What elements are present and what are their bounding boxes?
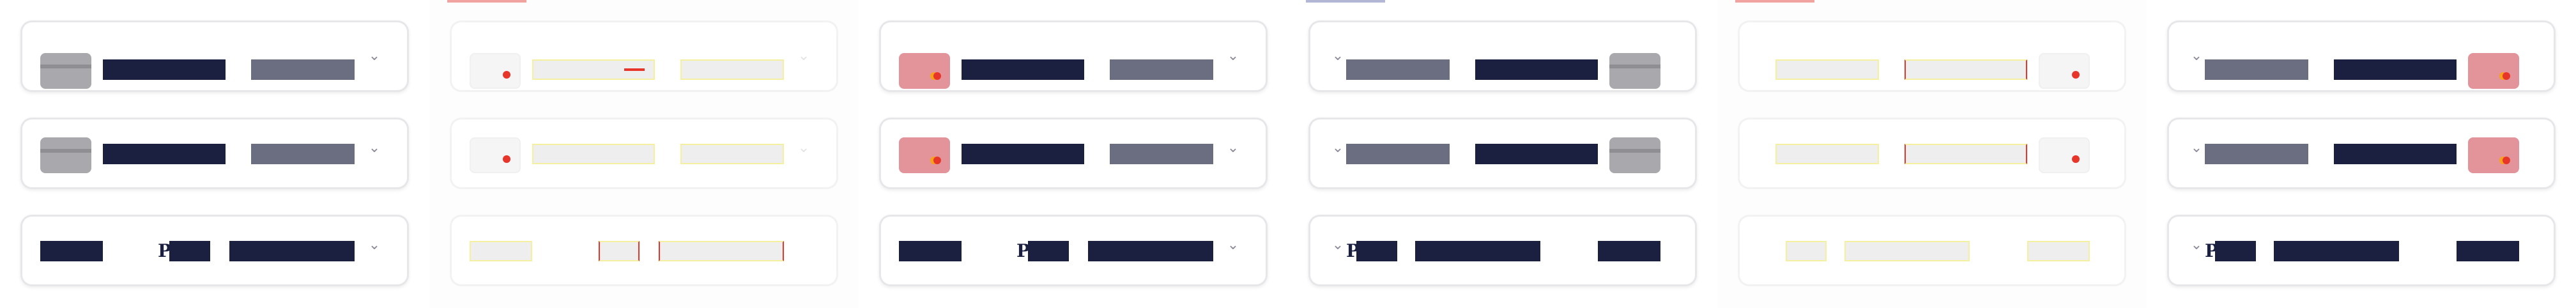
card-expiry xyxy=(2274,241,2399,261)
payment-method-card[interactable]: P ⌄ xyxy=(20,215,409,286)
panel-0: ⌄ ⌄ P ⌄ xyxy=(0,0,429,308)
chevron-down-icon[interactable]: ⌄ xyxy=(2189,238,2204,252)
card-number xyxy=(1786,241,1827,261)
card-brand-icon xyxy=(899,137,950,173)
chevron-down-icon[interactable]: ⌄ xyxy=(2189,141,2204,155)
card-label xyxy=(2334,144,2457,164)
card-brand-icon xyxy=(2468,53,2519,89)
card-label xyxy=(2334,59,2457,80)
card-expiry xyxy=(1415,241,1540,261)
chevron-down-icon[interactable]: ⌄ xyxy=(367,141,381,155)
payment-method-card[interactable]: ⌄ xyxy=(1308,118,1697,189)
card-label xyxy=(2027,241,2090,261)
payment-method-card[interactable] xyxy=(1738,215,2126,286)
card-number xyxy=(1356,241,1397,261)
panel-3: ⌄ ⌄ ⌄ P xyxy=(1288,0,1717,308)
card-number xyxy=(1028,241,1069,261)
card-brand-icon xyxy=(2039,53,2090,89)
card-brand-icon xyxy=(40,53,91,89)
card-expiry xyxy=(1346,59,1450,80)
card-label xyxy=(40,241,103,261)
payment-method-card[interactable] xyxy=(450,215,838,286)
panel-1: ⌄ ⌄ xyxy=(429,0,859,308)
chevron-down-icon[interactable]: ⌄ xyxy=(1331,238,1345,252)
card-label xyxy=(962,144,1084,164)
panel-2: ⌄ ⌄ P ⌄ xyxy=(859,0,1288,308)
chevron-down-icon[interactable]: ⌄ xyxy=(1226,238,1240,252)
chevron-down-icon[interactable]: ⌄ xyxy=(1331,141,1345,155)
card-expiry xyxy=(2205,144,2308,164)
payment-method-card[interactable]: ⌄ xyxy=(450,118,838,189)
panel-5: ⌄ ⌄ ⌄ P xyxy=(2147,0,2576,308)
card-expiry xyxy=(1088,241,1213,261)
card-brand-icon xyxy=(2468,137,2519,173)
accent-bar xyxy=(1735,0,1814,3)
payment-method-card[interactable]: ⌄ xyxy=(20,20,409,92)
card-expiry xyxy=(229,241,355,261)
card-number xyxy=(2215,241,2256,261)
card-expiry xyxy=(1775,144,1879,164)
payment-method-card[interactable]: ⌄ P xyxy=(1308,215,1697,286)
card-brand-icon xyxy=(470,53,521,89)
payment-method-card[interactable]: ⌄ xyxy=(879,118,1268,189)
chevron-down-icon[interactable]: ⌄ xyxy=(1226,49,1240,63)
payment-method-card[interactable]: ⌄ xyxy=(1308,20,1697,92)
card-number xyxy=(169,241,210,261)
chevron-down-icon[interactable]: ⌄ xyxy=(2189,49,2204,63)
card-brand-icon xyxy=(470,137,521,173)
card-expiry xyxy=(1844,241,1970,261)
card-expiry xyxy=(1110,144,1213,164)
card-label xyxy=(2457,241,2519,261)
card-label xyxy=(899,241,962,261)
chevron-down-icon[interactable]: ⌄ xyxy=(367,49,381,63)
card-brand-icon xyxy=(899,53,950,89)
card-label xyxy=(1475,59,1598,80)
payment-method-card[interactable] xyxy=(1738,20,2126,92)
payment-method-card[interactable]: ⌄ xyxy=(20,118,409,189)
card-expiry xyxy=(2205,59,2308,80)
accent-bar xyxy=(1306,0,1385,3)
card-brand-icon xyxy=(1609,53,1660,89)
card-label xyxy=(1905,144,2027,164)
accent-bar xyxy=(447,0,526,3)
card-brand-icon xyxy=(2039,137,2090,173)
chevron-down-icon[interactable]: ⌄ xyxy=(1331,49,1345,63)
payment-method-card[interactable]: P ⌄ xyxy=(879,215,1268,286)
payment-method-card[interactable] xyxy=(1738,118,2126,189)
chevron-down-icon[interactable]: ⌄ xyxy=(797,49,811,63)
card-expiry xyxy=(680,144,784,164)
card-expiry xyxy=(1110,59,1213,80)
card-number xyxy=(599,241,640,261)
payment-method-card[interactable]: ⌄ xyxy=(2167,20,2556,92)
card-label xyxy=(103,144,226,164)
card-expiry xyxy=(1775,59,1879,80)
highlight-line xyxy=(624,68,645,71)
card-expiry xyxy=(680,59,784,80)
card-label xyxy=(1598,241,1660,261)
payment-method-card[interactable]: ⌄ P xyxy=(2167,215,2556,286)
card-expiry xyxy=(659,241,784,261)
payment-method-card[interactable]: ⌄ xyxy=(2167,118,2556,189)
chevron-down-icon[interactable]: ⌄ xyxy=(367,238,381,252)
card-expiry xyxy=(1346,144,1450,164)
payment-method-card[interactable]: ⌄ xyxy=(879,20,1268,92)
panel-4 xyxy=(1717,0,2147,308)
card-label xyxy=(962,59,1084,80)
card-expiry xyxy=(251,59,355,80)
payment-method-card[interactable]: ⌄ xyxy=(450,20,838,92)
card-expiry xyxy=(251,144,355,164)
card-label xyxy=(103,59,226,80)
chevron-down-icon[interactable]: ⌄ xyxy=(797,141,811,155)
card-label xyxy=(470,241,532,261)
card-label xyxy=(1905,59,2027,80)
chevron-down-icon[interactable]: ⌄ xyxy=(1226,141,1240,155)
card-brand-icon xyxy=(1609,137,1660,173)
card-label xyxy=(1475,144,1598,164)
card-brand-icon xyxy=(40,137,91,173)
card-label xyxy=(532,144,655,164)
